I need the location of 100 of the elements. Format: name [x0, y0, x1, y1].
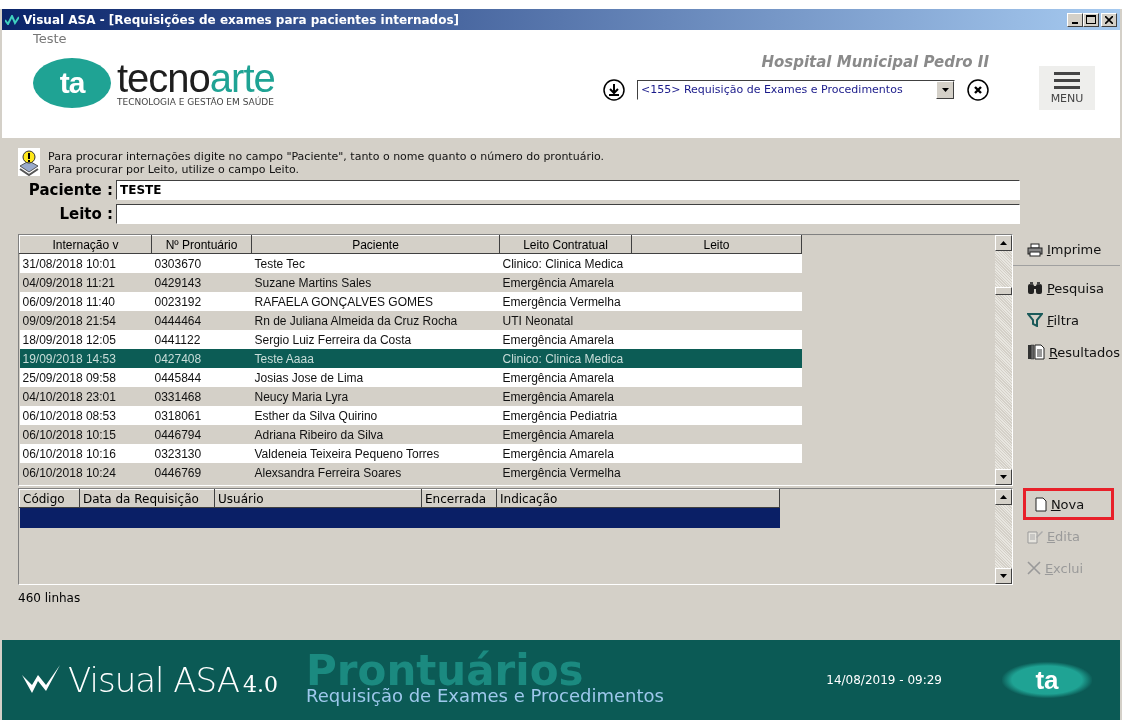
x-icon [1026, 561, 1041, 575]
table-cell: 0429143 [151, 273, 252, 292]
table-cell: 04/10/2018 23:01 [19, 387, 152, 406]
close-icon [1105, 15, 1113, 24]
row-count: 460 linhas [18, 590, 82, 605]
filter-button[interactable]: Filtra [1012, 304, 1120, 336]
column-header[interactable]: Leito [631, 235, 802, 254]
down-arrow-icon [999, 574, 1007, 578]
column-header[interactable]: Paciente [251, 235, 500, 254]
table-cell: Valdeneia Teixeira Pequeno Torres [251, 444, 500, 463]
menu-button[interactable]: MENU [1039, 66, 1095, 110]
hint-text: Para procurar internações digite no campo "Paciente", tanto o nome quanto o número do prontuário. [48, 150, 604, 163]
table-row[interactable]: 25/09/2018 09:58 0445844 Josias Jose de Lima Emergência Amarela [19, 368, 802, 387]
table-cell: 0323130 [151, 444, 252, 463]
table-cell: 19/09/2018 14:53 [19, 349, 152, 368]
hospital-name: Hospital Municipal Pedro II [761, 53, 989, 71]
patient-field[interactable]: TESTE [116, 180, 1020, 200]
table-row[interactable]: 09/09/2018 21:54 0444464 Rn de Juliana Almeida da Cruz Rocha UTI Neonatal [19, 311, 802, 330]
table-cell: Emergência Amarela [499, 273, 632, 292]
app-icon [5, 14, 19, 25]
close-icon[interactable] [967, 79, 989, 101]
table-row[interactable]: 18/09/2018 12:05 0441122 Sergio Luiz Ferreira da Costa Emergência Amarela [19, 330, 802, 349]
table-cell: 0023192 [151, 292, 252, 311]
hint-text: Para procurar por Leito, utilize o campo Leito. [48, 163, 300, 176]
edit-document-icon [1026, 528, 1043, 544]
table-cell: UTI Neonatal [499, 311, 632, 330]
down-arrow-icon [999, 475, 1007, 479]
module-dropdown[interactable]: <155> Requisição de Exames e Procedimentos [637, 80, 955, 100]
table-cell: 06/10/2018 10:16 [19, 444, 152, 463]
table-cell: Emergência Vermelha [499, 463, 632, 482]
brand-name: Visual ASA [68, 660, 240, 700]
column-header[interactable]: Leito Contratual [499, 235, 632, 254]
table-cell: 04/09/2018 11:21 [19, 273, 152, 292]
table-row[interactable]: 06/10/2018 10:16 0323130 Valdeneia Teixeira Pequeno Torres Emergência Amarela [19, 444, 802, 463]
table-row[interactable]: 06/10/2018 10:24 0446769 Alexsandra Ferreira Soares Emergência Vermelha [19, 463, 802, 482]
down-arrow-icon [941, 88, 949, 92]
table-cell: Emergência Vermelha [499, 292, 632, 311]
column-header[interactable]: Data da Requisição [79, 489, 215, 508]
module-subtitle: Requisição de Exames e Procedimentos [306, 684, 664, 706]
scroll-thumb[interactable] [994, 287, 1012, 295]
field-label: Paciente : [27, 181, 114, 199]
printer-icon [1026, 242, 1043, 257]
table-cell: 0444464 [151, 311, 252, 330]
binoculars-icon [1026, 281, 1043, 295]
table-cell: Emergência Amarela [499, 444, 632, 463]
new-button[interactable]: Nova [1022, 488, 1114, 520]
table-row[interactable]: 04/10/2018 23:01 0331468 Neucy Maria Lyra Emergência Amarela [19, 387, 802, 406]
table-cell: RAFAELA GONÇALVES GOMES [251, 292, 500, 311]
table-row[interactable]: 31/08/2018 10:01 0303670 Teste Tec Clinico: Clinica Medica [19, 253, 802, 273]
scrollbar[interactable] [994, 489, 1012, 584]
maximize-icon [1086, 15, 1096, 24]
up-arrow-icon [999, 495, 1007, 499]
table-cell: 25/09/2018 09:58 [19, 368, 152, 387]
table-row[interactable]: 19/09/2018 14:53 0427408 Teste Aaaa Clinico: Clinica Medica [19, 349, 802, 368]
table-row[interactable]: 04/09/2018 11:21 0429143 Suzane Martins Sales Emergência Amarela [19, 273, 802, 292]
table-row[interactable]: 06/10/2018 08:53 0318061 Esther da Silva Quirino Emergência Pediatria [19, 406, 802, 425]
table-cell: 18/09/2018 12:05 [19, 330, 152, 349]
results-button[interactable]: Resultados [1012, 336, 1120, 368]
table-cell: Sergio Luiz Ferreira da Costa [251, 330, 500, 349]
column-header[interactable]: Indicação [496, 489, 780, 508]
maximize-button[interactable] [1083, 12, 1099, 27]
table-cell: 06/10/2018 10:15 [19, 425, 152, 444]
column-header[interactable]: Usuário [214, 489, 422, 508]
table-cell: 31/08/2018 10:01 [19, 253, 152, 273]
date-time: 14/08/2019 - 09:29 [826, 673, 942, 687]
table-cell: Esther da Silva Quirino [251, 406, 500, 425]
logo-wordmark: tecnoarte [117, 59, 275, 97]
download-icon[interactable] [603, 79, 625, 101]
print-button[interactable]: Imprime [1012, 234, 1120, 266]
table-cell: Emergência Amarela [499, 368, 632, 387]
table-row[interactable]: 06/09/2018 11:40 0023192 RAFAELA GONÇALVES GOMES Emergência Vermelha [19, 292, 802, 311]
table-cell: Clinico: Clinica Medica [499, 349, 632, 368]
close-button[interactable] [1101, 12, 1117, 27]
logo-mark: ta [33, 58, 111, 108]
table-cell: Adriana Ribeiro da Silva [251, 425, 500, 444]
column-header[interactable]: Internação v [19, 235, 152, 254]
column-header[interactable]: Nº Prontuário [151, 235, 252, 254]
table-cell: Emergência Amarela [499, 330, 632, 349]
search-button[interactable]: Pesquisa [1012, 272, 1120, 304]
table-cell: 0331468 [151, 387, 252, 406]
version-label: 4.0 [243, 671, 279, 697]
bed-field[interactable] [116, 204, 1020, 224]
table-cell: 0427408 [151, 349, 252, 368]
table-cell: 06/10/2018 08:53 [19, 406, 152, 425]
column-header[interactable]: Código [19, 489, 80, 508]
logo-tagline: TECNOLOGIA E GESTÃO EM SAÚDE [117, 97, 275, 107]
document-icon [1034, 496, 1047, 512]
minimize-icon [1072, 21, 1078, 24]
user-name: Teste [33, 31, 68, 46]
table-row[interactable]: 06/10/2018 10:15 0446794 Adriana Ribeiro da Silva Emergência Amarela [19, 425, 802, 444]
documents-icon [1026, 344, 1045, 360]
column-header[interactable]: Encerrada [421, 489, 497, 508]
scrollbar[interactable] [994, 235, 1012, 485]
table-cell: Suzane Martins Sales [251, 273, 500, 292]
window-title: Visual ASA - [Requisições de exames para pacientes internados] [23, 12, 461, 27]
table-cell: Rn de Juliana Almeida da Cruz Rocha [251, 311, 500, 330]
minimize-button[interactable] [1067, 12, 1083, 27]
table-cell: 0318061 [151, 406, 252, 425]
menu-icon [1054, 71, 1080, 90]
filter-icon [1026, 313, 1043, 327]
